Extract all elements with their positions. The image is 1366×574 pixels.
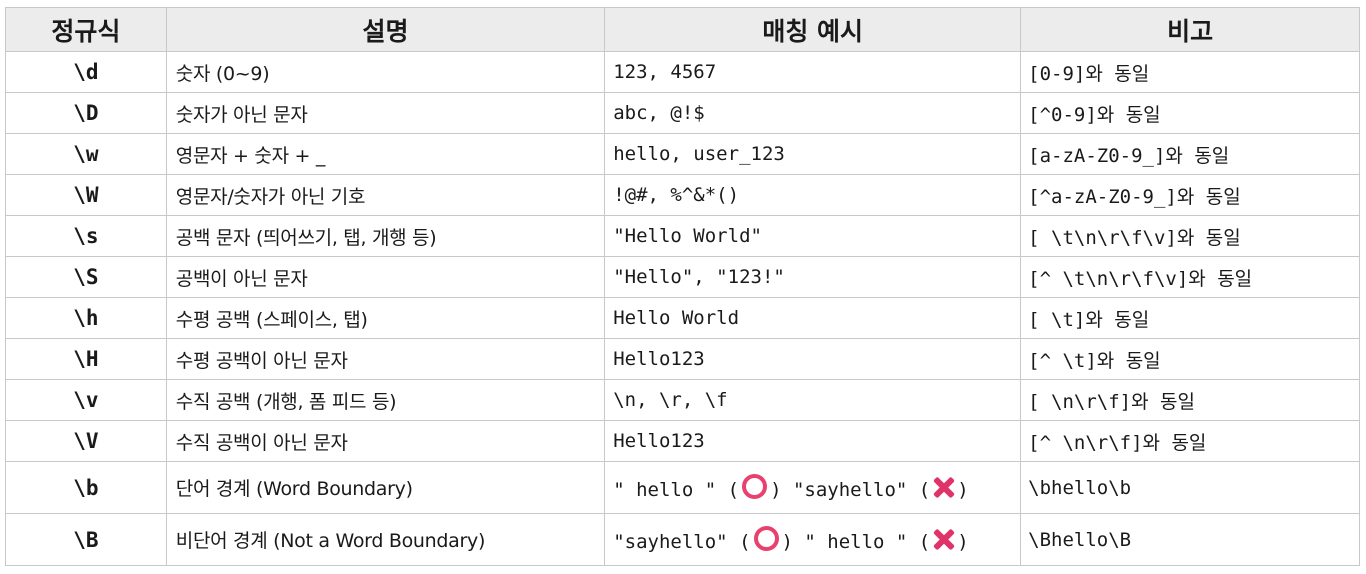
regex-cell: \D xyxy=(5,92,167,134)
note-cell: [ \n\r\f]와 동일 xyxy=(1020,379,1360,421)
note-cell: [^ \n\r\f]와 동일 xyxy=(1020,420,1360,462)
table-row: \W 영문자/숫자가 아닌 기호 !@#, %^&*() [^a-zA-Z0-9… xyxy=(5,174,1360,216)
description-cell: 영문자 + 숫자 + _ xyxy=(165,133,606,175)
note-cell: [a-zA-Z0-9_]와 동일 xyxy=(1020,133,1360,175)
example-cell: "sayhello" ( ) " hello " () xyxy=(604,513,1022,566)
description-cell: 비단어 경계 (Not a Word Boundary) xyxy=(165,513,606,566)
example-cell: "Hello", "123!" xyxy=(604,256,1022,298)
description-cell: 숫자 (0~9) xyxy=(165,51,606,93)
regex-cell: \w xyxy=(5,133,167,175)
header-row: 정규식 설명 매칭 예시 비고 xyxy=(5,7,1360,52)
description-cell: 수직 공백 (개행, 폼 피드 등) xyxy=(165,379,606,421)
circle-o-icon xyxy=(753,526,779,551)
example-cell: hello, user_123 xyxy=(604,133,1022,175)
note-cell: [ \t]와 동일 xyxy=(1020,297,1360,339)
table-row: \v 수직 공백 (개행, 폼 피드 등) \n, \r, \f [ \n\r\… xyxy=(5,379,1360,421)
example-cell: Hello World xyxy=(604,297,1022,339)
table-row: \D 숫자가 아닌 문자 abc, @!$ [^0-9]와 동일 xyxy=(5,92,1360,134)
regex-table: 정규식 설명 매칭 예시 비고 \d 숫자 (0~9) 123, 4567 [0… xyxy=(5,7,1360,566)
note-cell: [^0-9]와 동일 xyxy=(1020,92,1360,134)
example-cell: \n, \r, \f xyxy=(604,379,1022,421)
table-row: \d 숫자 (0~9) 123, 4567 [0-9]와 동일 xyxy=(5,51,1360,93)
header-regex: 정규식 xyxy=(5,7,167,52)
note-cell: [^ \t\n\r\f\v]와 동일 xyxy=(1020,256,1360,298)
cross-x-icon xyxy=(931,527,956,552)
description-cell: 영문자/숫자가 아닌 기호 xyxy=(165,174,606,216)
example-part: ) xyxy=(957,479,969,501)
example-cell: !@#, %^&*() xyxy=(604,174,1022,216)
regex-cell: \b xyxy=(5,461,167,514)
table-row: \h 수평 공백 (스페이스, 탭) Hello World [ \t]와 동일 xyxy=(5,297,1360,339)
description-cell: 수평 공백이 아닌 문자 xyxy=(165,338,606,380)
example-cell: Hello123 xyxy=(604,420,1022,462)
table-row: \B 비단어 경계 (Not a Word Boundary) "sayhell… xyxy=(5,513,1360,566)
header-example: 매칭 예시 xyxy=(604,7,1022,52)
regex-cell: \s xyxy=(5,215,167,257)
header-note: 비고 xyxy=(1020,7,1360,52)
example-cell: "Hello World" xyxy=(604,215,1022,257)
description-cell: 수직 공백이 아닌 문자 xyxy=(165,420,606,462)
circle-o-icon xyxy=(742,474,768,499)
note-cell: [ \t\n\r\f\v]와 동일 xyxy=(1020,215,1360,257)
example-part: ) xyxy=(957,531,969,553)
regex-cell: \B xyxy=(5,513,167,566)
example-part: "sayhello" ( xyxy=(613,531,751,553)
regex-cell: \S xyxy=(5,256,167,298)
example-part: ) "sayhello" ( xyxy=(770,479,931,501)
example-part: ) " hello " ( xyxy=(781,531,931,553)
table-row: \s 공백 문자 (띄어쓰기, 탭, 개행 등) "Hello World" [… xyxy=(5,215,1360,257)
description-cell: 단어 경계 (Word Boundary) xyxy=(165,461,606,514)
note-cell: [^a-zA-Z0-9_]와 동일 xyxy=(1020,174,1360,216)
regex-cell: \V xyxy=(5,420,167,462)
header-description: 설명 xyxy=(165,7,606,52)
description-cell: 숫자가 아닌 문자 xyxy=(165,92,606,134)
regex-cell: \h xyxy=(5,297,167,339)
note-cell: \bhello\b xyxy=(1020,461,1360,514)
note-cell: [0-9]와 동일 xyxy=(1020,51,1360,93)
note-cell: [^ \t]와 동일 xyxy=(1020,338,1360,380)
table-row: \b 단어 경계 (Word Boundary) " hello " ( ) "s… xyxy=(5,461,1360,514)
description-cell: 공백 문자 (띄어쓰기, 탭, 개행 등) xyxy=(165,215,606,257)
regex-cell: \d xyxy=(5,51,167,93)
description-cell: 공백이 아닌 문자 xyxy=(165,256,606,298)
example-cell: Hello123 xyxy=(604,338,1022,380)
table-row: \V 수직 공백이 아닌 문자 Hello123 [^ \n\r\f]와 동일 xyxy=(5,420,1360,462)
example-part: " hello " ( xyxy=(613,479,740,501)
description-cell: 수평 공백 (스페이스, 탭) xyxy=(165,297,606,339)
example-cell: abc, @!$ xyxy=(604,92,1022,134)
example-cell: " hello " ( ) "sayhello" () xyxy=(604,461,1022,514)
example-cell: 123, 4567 xyxy=(604,51,1022,93)
regex-cell: \v xyxy=(5,379,167,421)
regex-cell: \H xyxy=(5,338,167,380)
note-cell: \Bhello\B xyxy=(1020,513,1360,566)
table-row: \S 공백이 아닌 문자 "Hello", "123!" [^ \t\n\r\f… xyxy=(5,256,1360,298)
cross-x-icon xyxy=(931,475,956,500)
regex-cell: \W xyxy=(5,174,167,216)
table-row: \H 수평 공백이 아닌 문자 Hello123 [^ \t]와 동일 xyxy=(5,338,1360,380)
table-row: \w 영문자 + 숫자 + _ hello, user_123 [a-zA-Z0… xyxy=(5,133,1360,175)
